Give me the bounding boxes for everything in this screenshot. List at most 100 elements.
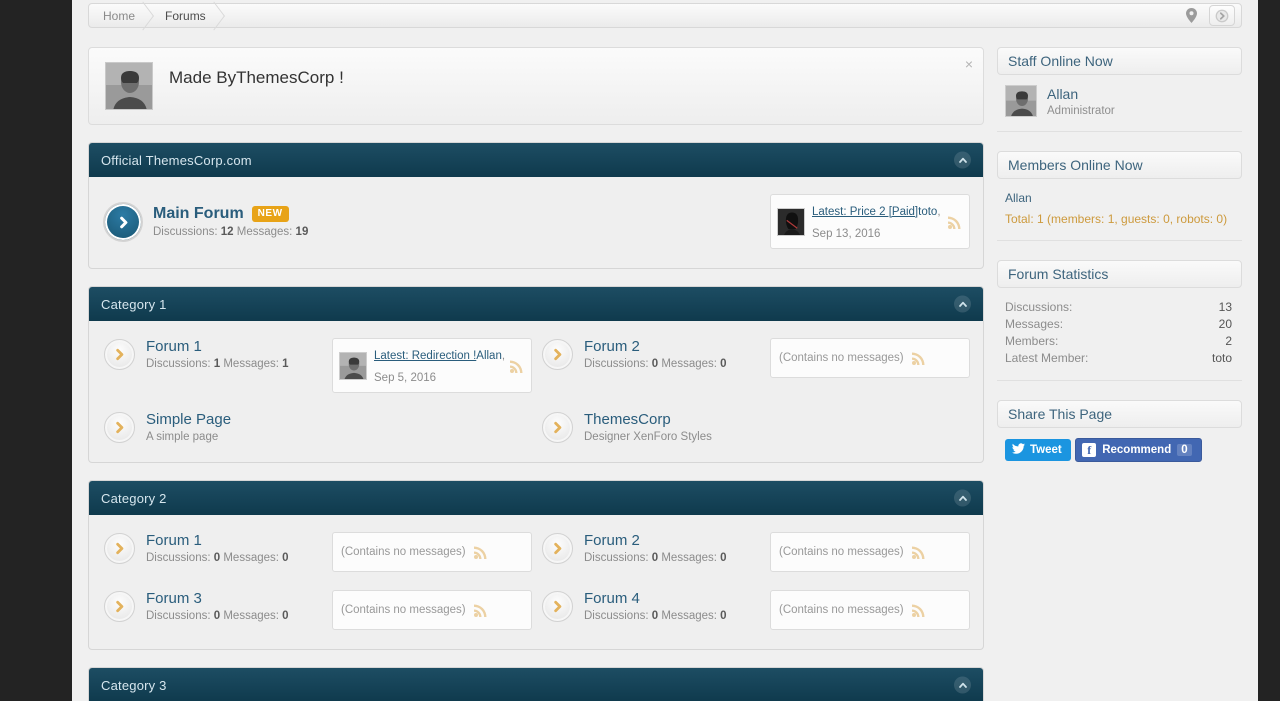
category-header[interactable]: Official ThemesCorp.com xyxy=(89,143,983,177)
forum-primary-chevron-icon[interactable] xyxy=(104,203,142,242)
forum-chevron-icon[interactable] xyxy=(104,591,135,623)
chevron-up-circle-icon[interactable] xyxy=(954,676,971,694)
last-post-box: (Contains no messages) xyxy=(770,338,970,379)
stat-row: Messages: 20 xyxy=(1005,315,1236,332)
last-post-title[interactable]: Latest: Price 2 [Paid] xyxy=(812,206,918,218)
forum-chevron-icon[interactable] xyxy=(542,591,573,623)
facebook-recommend-button[interactable]: f Recommend 0 xyxy=(1075,438,1202,462)
category-header[interactable]: Category 2 xyxy=(89,481,983,516)
forum-stats: Discussions: 0 Messages: 0 xyxy=(146,610,324,622)
category-title: Category 3 xyxy=(101,677,167,693)
sidebar-block-staff-online: Staff Online Now Allan Administrator xyxy=(997,47,1242,132)
chevron-up-circle-icon[interactable] xyxy=(954,151,971,169)
forum-node-info: Forum 4 Discussions: 0 Messages: 0 xyxy=(584,590,762,622)
forum-node: Forum 1 Discussions: 0 Messages: 0 (Contai… xyxy=(98,523,536,581)
last-post-author[interactable]: toto xyxy=(918,206,937,218)
last-post-box: (Contains no messages) xyxy=(770,532,970,573)
forum-node: Main Forum NEW Discussions: 12 Messages: 1… xyxy=(98,185,974,258)
stat-key: Members: xyxy=(1005,333,1059,348)
online-member-name[interactable]: Allan xyxy=(1005,191,1032,205)
forum-node-info: Main Forum NEW Discussions: 12 Messages: 1… xyxy=(153,205,458,238)
forum-stats: Discussions: 0 Messages: 0 xyxy=(146,552,324,564)
forum-title-link[interactable]: ThemesCorp xyxy=(584,411,671,428)
forum-title-link[interactable]: Forum 2 xyxy=(584,532,640,549)
rss-icon[interactable] xyxy=(947,214,963,230)
category-header[interactable]: Category 3 xyxy=(89,668,983,701)
members-online-body: Allan Total: 1 (members: 1, guests: 0, r… xyxy=(997,179,1242,230)
forum-title-link[interactable]: Forum 3 xyxy=(146,590,202,607)
forum-title-link[interactable]: Forum 1 xyxy=(146,532,202,549)
stat-key: Messages: xyxy=(1005,316,1064,331)
forum-title-link[interactable]: Forum 4 xyxy=(584,590,640,607)
messages-label: Messages: xyxy=(658,610,721,623)
discussions-count: 12 xyxy=(220,226,234,239)
forum-statistics-body: Discussions: 13 Messages: 20 Members: 2 … xyxy=(997,288,1242,370)
forum-chevron-icon[interactable] xyxy=(104,339,135,371)
notice-close-icon[interactable]: × xyxy=(965,57,973,71)
discussions-label: Discussions: xyxy=(584,552,652,565)
category-block: Category 3Forum 1Discussions: 0 Messages… xyxy=(88,667,984,701)
forum-node-info: Forum 2 Discussions: 0 Messages: 0 xyxy=(584,532,762,564)
forum-title-link[interactable]: Forum 2 xyxy=(584,338,640,355)
last-post-author[interactable]: Allan xyxy=(476,350,502,362)
forum-statistics-title: Forum Statistics xyxy=(997,260,1242,288)
sidebar: Staff Online Now Allan Administrator Mem… xyxy=(997,28,1242,701)
breadcrumb-item-home[interactable]: Home xyxy=(89,4,151,27)
rss-icon[interactable] xyxy=(473,602,489,618)
sidebar-block-share: Share This Page Tweet f Recommend 0 xyxy=(997,400,1242,484)
last-post-avatar[interactable] xyxy=(339,351,367,380)
allan-avatar[interactable] xyxy=(1005,85,1037,117)
last-post-empty-text: (Contains no messages) xyxy=(341,604,466,617)
forum-stats: Discussions: 12 Messages: 19 xyxy=(153,226,458,238)
forum-chevron-icon[interactable] xyxy=(104,533,135,565)
last-post-box: (Contains no messages) xyxy=(770,590,970,631)
notice-avatar xyxy=(105,62,153,110)
last-post-title[interactable]: Latest: Redirection ! xyxy=(374,350,476,362)
last-post-text: Latest: Price 2 [Paid]toto, Sep 13, 2016 xyxy=(812,200,941,243)
rss-icon[interactable] xyxy=(911,350,927,366)
stat-row: Discussions: 13 xyxy=(1005,298,1236,315)
forum-title-link[interactable]: Simple Page xyxy=(146,411,231,428)
forum-chevron-icon[interactable] xyxy=(104,412,135,444)
forum-title-link[interactable]: Forum 1 xyxy=(146,338,202,355)
forum-chevron-icon[interactable] xyxy=(542,412,573,444)
sidebar-block-forum-statistics: Forum Statistics Discussions: 13 Message… xyxy=(997,260,1242,381)
staff-member-name[interactable]: Allan xyxy=(1047,86,1078,102)
rss-icon[interactable] xyxy=(473,544,489,560)
forum-node-info: Forum 2 Discussions: 0 Messages: 0 xyxy=(584,338,762,370)
chevron-up-circle-icon[interactable] xyxy=(954,295,971,313)
discussions-label: Discussions: xyxy=(146,358,214,371)
forum-chevron-icon[interactable] xyxy=(542,339,573,371)
forum-node-info: Forum 3 Discussions: 0 Messages: 0 xyxy=(146,590,324,622)
category-body: Main Forum NEW Discussions: 12 Messages: 1… xyxy=(89,177,983,268)
category-body: Forum 1 Discussions: 1 Messages: 1 Latest:… xyxy=(89,321,983,462)
breadcrumb-item-forums[interactable]: Forums xyxy=(151,4,222,27)
last-post-box: (Contains no messages) xyxy=(332,590,532,631)
forum-title-row: Forum 2 xyxy=(584,532,762,549)
messages-count: 0 xyxy=(720,610,727,623)
rss-icon[interactable] xyxy=(911,602,927,618)
stat-row: Members: 2 xyxy=(1005,332,1236,349)
last-post-box: Latest: Redirection !Allan, Sep 5, 2016 xyxy=(332,338,532,394)
stat-key: Latest Member: xyxy=(1005,350,1089,365)
location-pin-icon[interactable] xyxy=(1179,6,1203,25)
forum-description: Designer XenForo Styles xyxy=(584,431,712,444)
category-header[interactable]: Category 1 xyxy=(89,287,983,322)
forum-node: Forum 4 Discussions: 0 Messages: 0 (Contai… xyxy=(536,581,974,639)
share-title: Share This Page xyxy=(997,400,1242,428)
forum-title-link[interactable]: Main Forum xyxy=(153,205,244,223)
last-post-empty-text: (Contains no messages) xyxy=(341,546,466,559)
notice-text: Made ByThemesCorp ! xyxy=(169,68,344,87)
forum-title-row: Forum 1 xyxy=(146,338,324,355)
rss-icon[interactable] xyxy=(509,358,525,374)
forum-title-row: Simple Page xyxy=(146,411,332,428)
chevron-up-circle-icon[interactable] xyxy=(954,489,971,507)
jump-to-button[interactable] xyxy=(1209,5,1235,26)
rss-icon[interactable] xyxy=(911,544,927,560)
last-post-avatar[interactable] xyxy=(777,207,805,236)
messages-count: 1 xyxy=(282,358,289,371)
staff-member-role: Administrator xyxy=(1047,104,1115,117)
forum-chevron-icon[interactable] xyxy=(542,533,573,565)
forum-stats: Discussions: 0 Messages: 0 xyxy=(584,610,762,622)
tweet-button[interactable]: Tweet xyxy=(1005,438,1071,461)
